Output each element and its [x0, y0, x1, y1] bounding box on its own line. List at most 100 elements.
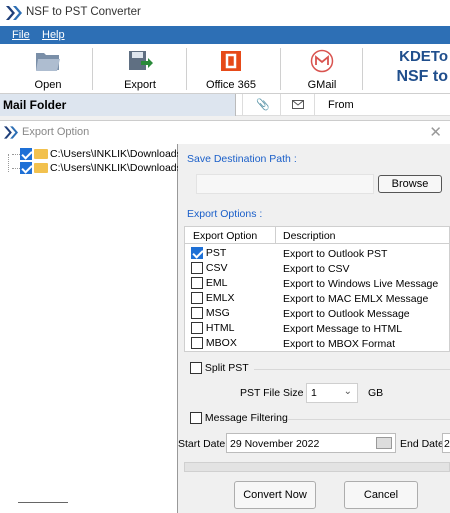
- column-divider: [280, 94, 281, 116]
- calendar-icon[interactable]: [376, 437, 392, 449]
- export-option-row[interactable]: MSG Export to Outlook Message: [185, 306, 447, 321]
- option-checkbox[interactable]: [191, 307, 203, 320]
- option-name: MBOX: [205, 337, 237, 349]
- export-settings-pane: Save Destination Path : Browse Export Op…: [178, 144, 450, 513]
- gmail-button[interactable]: GMail: [292, 44, 352, 94]
- end-date-value: 2: [444, 438, 450, 450]
- export-option-row[interactable]: PST Export to Outlook PST: [185, 246, 447, 261]
- message-list-header: 📎 From: [236, 94, 450, 116]
- close-icon[interactable]: ✕: [429, 123, 442, 141]
- option-checkbox[interactable]: [191, 322, 203, 335]
- pst-file-size-select[interactable]: 1 ⌄: [306, 383, 358, 403]
- start-date-picker[interactable]: 29 November 2022: [226, 433, 396, 453]
- option-description: Export to CSV: [283, 263, 350, 275]
- cancel-button[interactable]: Cancel: [344, 481, 418, 509]
- office365-icon: [221, 51, 241, 71]
- option-checkbox[interactable]: [191, 247, 203, 260]
- option-checkbox[interactable]: [191, 262, 203, 275]
- option-checkbox[interactable]: [191, 337, 203, 350]
- end-date-picker[interactable]: 2: [442, 433, 450, 453]
- gb-unit-label: GB: [368, 387, 384, 399]
- option-name: PST: [205, 247, 227, 259]
- option-description: Export to Windows Live Message: [283, 278, 439, 290]
- message-filtering-checkbox-row[interactable]: Message Filtering: [190, 412, 288, 425]
- export-button[interactable]: Export: [112, 44, 168, 94]
- option-checkbox[interactable]: [191, 292, 203, 305]
- folder-icon: [34, 163, 48, 174]
- app-logo-icon: [6, 6, 22, 20]
- tree-item[interactable]: C:\Users\INKLIK\Downloads: [12, 162, 182, 176]
- from-column-header[interactable]: From: [328, 99, 354, 111]
- folder-icon: [34, 149, 48, 160]
- pst-file-size-value: 1: [311, 387, 317, 399]
- tree-connector: [12, 153, 20, 155]
- convert-now-button[interactable]: Convert Now: [234, 481, 316, 509]
- start-date-label: Start Date: [178, 438, 226, 450]
- message-filtering-label: Message Filtering: [204, 412, 288, 424]
- option-description: Export to Outlook Message: [283, 308, 410, 320]
- toolbar-separator: [362, 48, 363, 90]
- column-divider: [275, 227, 276, 244]
- brand-text-line2: NSF to: [396, 68, 448, 85]
- option-name: EMLX: [205, 292, 235, 304]
- option-name: EML: [205, 277, 228, 289]
- tree-scrollbar[interactable]: [18, 502, 68, 503]
- option-name: CSV: [205, 262, 228, 274]
- export-option-row[interactable]: EMLX Export to MAC EMLX Message: [185, 291, 447, 306]
- message-filtering-checkbox[interactable]: [190, 412, 202, 425]
- open-label: Open: [34, 79, 62, 91]
- split-pst-label: Split PST: [204, 362, 249, 374]
- menu-help[interactable]: Help: [42, 29, 65, 41]
- toolbar: Open Export Office 365 GMail KDETo NSF t…: [0, 44, 450, 94]
- app-title: NSF to PST Converter: [26, 6, 141, 18]
- tree-connector: [12, 167, 20, 169]
- folder-tree: C:\Users\INKLIK\Downloads C:\Users\INKLI…: [0, 144, 182, 513]
- split-pst-checkbox[interactable]: [190, 362, 202, 375]
- browse-button[interactable]: Browse: [378, 175, 442, 193]
- brand-text-line1: KDETo: [399, 48, 448, 65]
- tree-checkbox[interactable]: [20, 148, 32, 161]
- mail-folder-title: Mail Folder: [3, 98, 67, 112]
- toolbar-separator: [186, 48, 187, 90]
- export-option-row[interactable]: EML Export to Windows Live Message: [185, 276, 447, 291]
- divider: [254, 369, 450, 370]
- folder-open-icon: [36, 53, 60, 71]
- split-pst-checkbox-row[interactable]: Split PST: [190, 362, 249, 375]
- toolbar-separator: [280, 48, 281, 90]
- office365-button[interactable]: Office 365: [196, 44, 266, 94]
- mail-folder-header: Mail Folder: [0, 94, 236, 116]
- option-description: Export to Outlook PST: [283, 248, 388, 260]
- tree-item[interactable]: C:\Users\INKLIK\Downloads: [12, 148, 182, 162]
- export-dialog-title-bar: Export Option ✕: [0, 120, 450, 144]
- chevron-down-icon[interactable]: ⌄: [344, 386, 352, 397]
- export-options-table: Export Option Description PST Export to …: [184, 226, 450, 352]
- export-options-label: Export Options :: [187, 208, 263, 220]
- pst-file-size-label: PST File Size :: [240, 387, 310, 399]
- option-name: HTML: [205, 322, 235, 334]
- option-description: Export to MAC EMLX Message: [283, 293, 429, 305]
- option-checkbox[interactable]: [191, 277, 203, 290]
- office365-label: Office 365: [206, 79, 256, 91]
- gmail-label: GMail: [307, 79, 337, 91]
- tree-item-label: C:\Users\INKLIK\Downloads: [50, 162, 182, 174]
- end-date-label: End Date: [400, 438, 444, 450]
- app-title-bar: NSF to PST Converter: [0, 0, 450, 26]
- tree-item-label: C:\Users\INKLIK\Downloads: [50, 148, 182, 160]
- open-button[interactable]: Open: [22, 44, 74, 94]
- mail-envelope-icon[interactable]: [292, 100, 304, 109]
- export-option-row[interactable]: CSV Export to CSV: [185, 261, 447, 276]
- toolbar-separator: [92, 48, 93, 90]
- tree-checkbox[interactable]: [20, 162, 32, 175]
- save-path-input[interactable]: [196, 174, 374, 194]
- column-divider: [242, 94, 243, 116]
- gmail-icon: [310, 49, 334, 73]
- option-description: Export to MBOX Format: [283, 338, 396, 350]
- menu-bar: File Help: [0, 26, 450, 44]
- menu-file[interactable]: File: [12, 29, 30, 41]
- progress-bar: [184, 462, 450, 472]
- column-header-export-option: Export Option: [193, 230, 258, 242]
- attachment-icon[interactable]: 📎: [256, 98, 270, 111]
- column-divider: [314, 94, 315, 116]
- export-option-row[interactable]: HTML Export Message to HTML: [185, 321, 447, 336]
- export-option-row[interactable]: MBOX Export to MBOX Format: [185, 336, 447, 351]
